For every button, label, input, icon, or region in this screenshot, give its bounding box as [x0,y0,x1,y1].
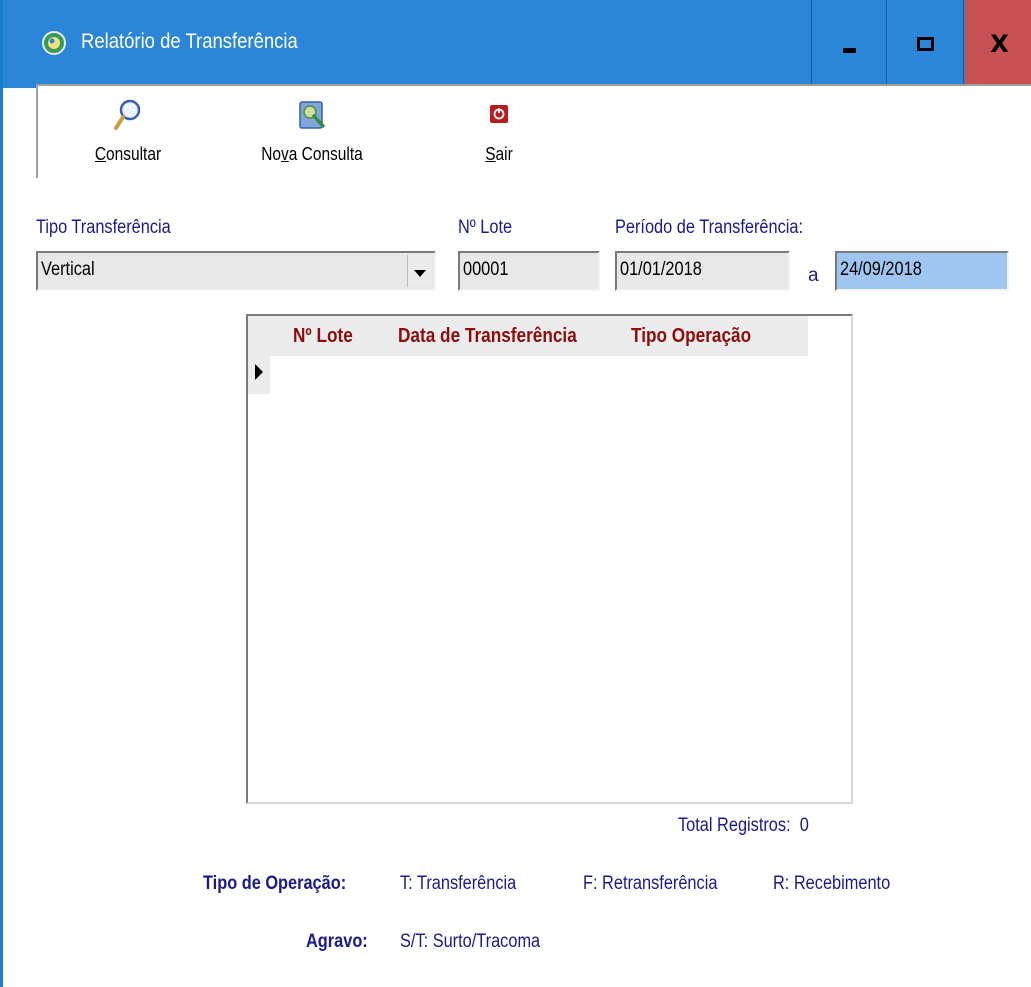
minimize-icon [842,47,856,53]
tipo-operacao-legend-label: Tipo de Operação: [203,873,347,894]
row-selector[interactable] [248,356,270,394]
report-window: Relatório de Transferência X Consultar N… [0,0,1031,987]
legend-surto-tracoma: S/T: Surto/Tracoma [400,931,541,952]
legend-transferencia: T: Transferência [400,873,517,894]
legend-retransferencia: F: Retransferência [583,873,718,894]
sair-label: Sair [485,144,513,164]
close-icon: X [990,30,1009,58]
periodo-inicio-field[interactable]: 01/01/2018 [615,251,790,291]
sair-button[interactable]: Sair [474,86,524,176]
toolbar: Consultar Nova Consulta Sair [36,84,1031,178]
tipo-transferencia-label: Tipo Transferência [36,217,171,238]
column-header-data[interactable]: Data de Transferência [398,325,577,348]
current-row-icon [255,364,263,380]
periodo-inicio-value: 01/01/2018 [620,259,702,280]
magnifier-icon [114,99,141,130]
chevron-down-icon [414,269,426,277]
periodo-fim-value: 24/09/2018 [840,259,922,280]
results-grid[interactable]: Nº Lote Data de Transferência Tipo Opera… [246,314,853,804]
consultar-button[interactable]: Consultar [78,86,178,176]
lote-label: Nº Lote [458,217,513,238]
nova-consulta-button[interactable]: Nova Consulta [242,86,382,176]
maximize-button[interactable] [888,0,964,88]
total-registros-value: 0 [799,815,809,836]
consultar-label: Consultar [94,144,162,164]
agravo-legend-label: Agravo: [306,931,368,952]
nova-consulta-label: Nova Consulta [261,144,363,164]
new-query-icon [299,101,325,129]
lote-field[interactable]: 00001 [458,251,600,291]
periodo-separator: a [808,265,819,286]
periodo-fim-field[interactable]: 24/09/2018 [835,251,1009,291]
tipo-transferencia-select[interactable]: Vertical [36,251,436,291]
column-header-tipo[interactable]: Tipo Operação [631,325,751,348]
combo-dropdown-button[interactable] [407,255,432,287]
periodo-label: Período de Transferência: [615,217,804,238]
power-icon [490,105,508,123]
grid-header: Nº Lote Data de Transferência Tipo Opera… [248,316,808,356]
minimize-button[interactable] [811,0,887,88]
lote-value: 00001 [463,259,509,280]
window-title: Relatório de Transferência [81,30,298,53]
legend-recebimento: R: Recebimento [773,873,891,894]
maximize-icon [917,37,934,51]
close-button[interactable]: X [965,0,1031,88]
app-logo-icon [42,31,66,55]
total-registros: Total Registros: 0 [678,815,809,836]
tipo-transferencia-value: Vertical [41,259,95,280]
title-bar[interactable]: Relatório de Transferência X [3,0,1031,88]
column-header-lote[interactable]: Nº Lote [293,325,353,348]
